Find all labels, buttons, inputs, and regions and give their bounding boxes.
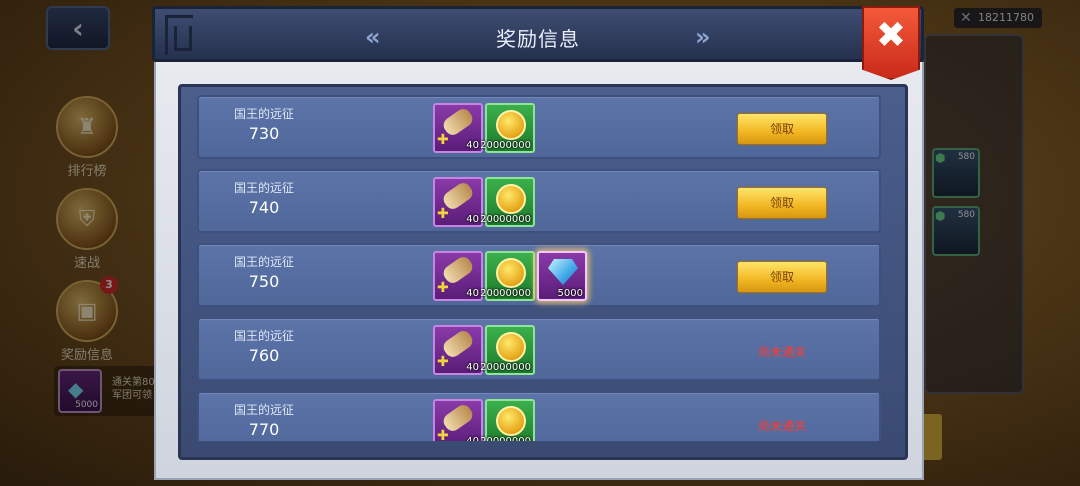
double-chevron-right-icon: » [695, 23, 710, 51]
locked-status: 尚未通关 [757, 345, 806, 359]
claim-button[interactable]: 领取 [737, 113, 827, 145]
reward-row: 国王的远征 740 ✚ 40 20000000 领取 [197, 169, 881, 233]
hero-scroll-item[interactable]: ✚ 40 [433, 177, 483, 227]
reward-items: ✚ 40 20000000 [433, 399, 535, 441]
reward-row: 国王的远征 730 ✚ 40 20000000 领取 [197, 95, 881, 159]
item-quantity: 20000000 [480, 362, 531, 373]
diamond-icon [548, 259, 578, 285]
reward-items: ✚ 40 20000000 5000 [433, 251, 587, 301]
stage-number: 750 [248, 272, 280, 291]
stage-number: 760 [248, 346, 280, 365]
puzzle-piece-icon: ✚ [437, 132, 449, 148]
hero-scroll-item[interactable]: ✚ 40 [433, 399, 483, 441]
stage-number: 730 [248, 124, 280, 143]
modal-body: 国王的远征 730 ✚ 40 20000000 领取 国王的远征 740 ✚ 4… [154, 62, 924, 480]
reward-row: 国王的远征 760 ✚ 40 20000000 尚未通关 [197, 317, 881, 381]
gold-coin-item[interactable]: 20000000 [480, 325, 535, 375]
reward-list-frame: 国王的远征 730 ✚ 40 20000000 领取 国王的远征 740 ✚ 4… [178, 84, 908, 460]
item-quantity: 5000 [557, 288, 583, 299]
close-icon: ✖ [875, 15, 907, 56]
stage-label: 国王的远征 [233, 403, 294, 417]
hero-scroll-item[interactable]: ✚ 40 [433, 325, 483, 375]
gold-coin-icon [496, 406, 526, 436]
stage-number: 740 [248, 198, 280, 217]
reward-items: ✚ 40 20000000 [433, 325, 535, 375]
gold-coin-icon [496, 184, 526, 214]
item-quantity: 20000000 [480, 214, 531, 225]
reward-row: 国王的远征 770 ✚ 40 20000000 尚未通关 [197, 391, 881, 441]
hero-scroll-item[interactable]: ✚ 40 [433, 103, 483, 153]
claim-button[interactable]: 领取 [737, 261, 827, 293]
item-quantity: 40 [466, 362, 479, 373]
modal-title: 奖励信息 [496, 27, 580, 51]
reward-items: ✚ 40 20000000 [433, 103, 535, 153]
gold-coin-item[interactable]: 20000000 [480, 251, 535, 301]
reward-items: ✚ 40 20000000 [433, 177, 535, 227]
item-quantity: 20000000 [480, 288, 531, 299]
gold-coin-item[interactable]: 20000000 [480, 103, 535, 153]
claim-button[interactable]: 领取 [737, 187, 827, 219]
puzzle-piece-icon: ✚ [437, 354, 449, 370]
stage-label: 国王的远征 [233, 255, 294, 269]
hero-scroll-item[interactable]: ✚ 40 [433, 251, 483, 301]
puzzle-piece-icon: ✚ [437, 428, 449, 441]
puzzle-piece-icon: ✚ [437, 280, 449, 296]
item-quantity: 40 [466, 288, 479, 299]
reward-info-modal: « 奖励信息 » 国王的远征 730 ✚ 40 20000000 领取 国王的远… [152, 6, 924, 480]
gold-coin-item[interactable]: 20000000 [480, 399, 535, 441]
diamond-item[interactable]: 5000 [537, 251, 587, 301]
stage-number: 770 [248, 420, 280, 439]
stage-label: 国王的远征 [233, 107, 294, 121]
item-quantity: 40 [466, 436, 479, 441]
item-quantity: 20000000 [480, 140, 531, 151]
gold-coin-icon [496, 258, 526, 288]
locked-status: 尚未通关 [757, 419, 806, 433]
gold-coin-item[interactable]: 20000000 [480, 177, 535, 227]
close-button[interactable]: ✖ [862, 6, 920, 80]
reward-row: 国王的远征 750 ✚ 40 20000000 5000 领取 [197, 243, 881, 307]
item-quantity: 40 [466, 140, 479, 151]
stage-label: 国王的远征 [233, 329, 294, 343]
stage-label: 国王的远征 [233, 181, 294, 195]
item-quantity: 40 [466, 214, 479, 225]
item-quantity: 20000000 [480, 436, 531, 441]
modal-header: « 奖励信息 » [152, 6, 924, 62]
puzzle-piece-icon: ✚ [437, 206, 449, 222]
gold-coin-icon [496, 110, 526, 140]
reward-list[interactable]: 国王的远征 730 ✚ 40 20000000 领取 国王的远征 740 ✚ 4… [197, 95, 883, 441]
gold-coin-icon [496, 332, 526, 362]
